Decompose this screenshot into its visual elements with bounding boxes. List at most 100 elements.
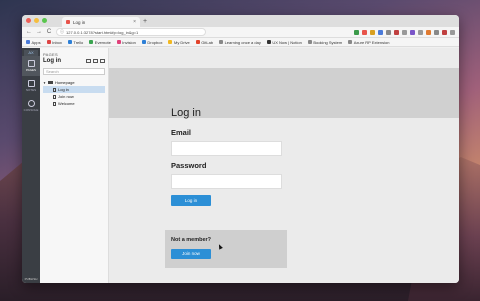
email-field[interactable] xyxy=(171,141,282,156)
page-heading: Log in xyxy=(171,107,201,119)
member-box: Not a member? Join now xyxy=(165,230,287,268)
bookmark-icon xyxy=(67,40,72,44)
tab-title: Log in xyxy=(73,19,86,25)
bookmark-item[interactable]: Evernote xyxy=(89,40,111,45)
rail-item-pages[interactable]: PAGES xyxy=(22,56,40,76)
extension-icon[interactable] xyxy=(378,29,383,35)
minimize-window-button[interactable] xyxy=(34,18,39,23)
extension-icon[interactable] xyxy=(362,29,367,35)
tree-item-label: Welcome xyxy=(58,101,75,106)
rail-label-console: CONSOLE xyxy=(23,108,39,112)
bookmark-icon xyxy=(46,40,51,44)
bookmark-item[interactable]: My Drive xyxy=(168,40,190,45)
rail-item-notes[interactable]: NOTES xyxy=(22,76,40,96)
bookmarks-bar: Apps Inbox Trello Evernote Invision Dropbox My… xyxy=(22,38,459,47)
page-icon xyxy=(53,94,56,99)
extension-icon[interactable] xyxy=(394,29,399,35)
favicon-icon xyxy=(66,20,70,24)
password-label: Password xyxy=(171,161,207,170)
extension-icon[interactable] xyxy=(354,29,359,35)
axure-app: AX PAGES NOTES CONSOLE PUBLISH PAGES Log… xyxy=(22,48,459,283)
tab-active[interactable]: Log in × xyxy=(62,17,140,27)
member-prompt: Not a member? xyxy=(171,237,212,243)
panel-section-label: PAGES xyxy=(43,52,58,57)
new-tab-button[interactable]: + xyxy=(143,17,147,27)
bookmark-item[interactable]: Dropbox xyxy=(141,40,162,45)
bookmark-icon xyxy=(141,40,146,44)
bookmark-icon xyxy=(26,40,30,44)
forward-button[interactable]: → xyxy=(36,29,42,35)
extension-icon[interactable] xyxy=(418,29,423,35)
url-text: 127.0.0.1:3278?start.html#p=log_in&g=1 xyxy=(66,29,139,35)
tree-item-homepage[interactable]: ▼ Homepage xyxy=(43,79,105,86)
back-button[interactable]: ← xyxy=(26,29,32,35)
bookmark-icon xyxy=(266,40,271,44)
bookmark-icon xyxy=(168,40,173,44)
address-bar: ← → C ⓘ 127.0.0.1:3278?start.html#p=log_… xyxy=(22,27,459,38)
url-input[interactable]: ⓘ 127.0.0.1:3278?start.html#p=log_in&g=1 xyxy=(56,28,206,36)
page-tree: ▼ Homepage Log in Join now Welcome xyxy=(43,79,105,107)
bookmark-label: Axure RP Extension xyxy=(353,39,390,45)
pages-panel: PAGES Log in Search ▼ Homepage Log in Jo… xyxy=(40,48,109,283)
bookmark-label: Apps xyxy=(31,39,41,45)
extension-icon[interactable] xyxy=(410,29,415,35)
pages-icon xyxy=(27,60,35,67)
extension-icon[interactable] xyxy=(434,29,439,35)
extension-icon[interactable] xyxy=(450,29,455,35)
rail-label-notes: NOTES xyxy=(25,88,37,92)
bookmark-label: GitLab xyxy=(201,39,214,45)
bookmark-item[interactable]: Axure RP Extension xyxy=(348,40,389,45)
close-window-button[interactable] xyxy=(26,18,31,23)
tab-bar: Log in × + xyxy=(22,15,459,27)
password-field[interactable] xyxy=(171,174,282,189)
panel-expand-icon[interactable] xyxy=(93,59,98,63)
browser-window: Log in × + ← → C ⓘ 127.0.0.1:3278?start.… xyxy=(22,15,459,283)
bookmark-item[interactable]: Inbox xyxy=(46,39,62,45)
bookmark-item[interactable]: Invision xyxy=(116,40,136,45)
bookmark-label: UX Now | Notion xyxy=(272,39,302,45)
extension-icon[interactable] xyxy=(370,29,375,35)
login-button[interactable]: Log in xyxy=(171,195,211,206)
bookmark-icon xyxy=(219,40,224,44)
join-now-button[interactable]: Join now xyxy=(171,249,211,259)
tree-item-join-now[interactable]: Join now xyxy=(43,93,105,100)
panel-title: Log in xyxy=(43,58,61,64)
rail-label-pages: PAGES xyxy=(25,68,37,72)
info-icon: ⓘ xyxy=(60,29,64,34)
panel-view-icon[interactable] xyxy=(86,59,91,63)
bookmark-item[interactable]: Learning once a day xyxy=(219,40,261,45)
extension-icon[interactable] xyxy=(386,29,391,35)
bookmark-item[interactable]: Apps xyxy=(26,40,41,45)
maximize-window-button[interactable] xyxy=(42,18,47,23)
rail-item-console[interactable]: CONSOLE xyxy=(22,96,40,116)
left-rail: AX PAGES NOTES CONSOLE PUBLISH xyxy=(22,48,40,283)
window-controls xyxy=(26,18,47,23)
panel-settings-icon[interactable] xyxy=(100,59,105,63)
search-input[interactable]: Search xyxy=(43,68,105,75)
bookmark-item[interactable]: UX Now | Notion xyxy=(266,39,302,45)
extension-icon[interactable] xyxy=(426,29,431,35)
bookmark-label: Trello xyxy=(73,39,84,45)
extension-icon[interactable] xyxy=(402,29,407,35)
header-band xyxy=(109,68,459,118)
bookmark-item[interactable]: Trello xyxy=(67,39,84,45)
tree-item-label: Join now xyxy=(58,94,74,99)
page-icon xyxy=(53,101,56,106)
reload-button[interactable]: C xyxy=(46,29,52,35)
bookmark-label: Inbox xyxy=(52,39,62,45)
bookmark-icon xyxy=(307,40,312,44)
bookmark-label: Learning once a day xyxy=(224,39,261,45)
bookmark-icon xyxy=(89,40,94,44)
extension-icon[interactable] xyxy=(442,29,447,35)
tree-item-welcome[interactable]: Welcome xyxy=(43,100,105,107)
prototype-canvas: Log in Email Password Log in Not a membe… xyxy=(109,48,459,283)
tree-item-log-in[interactable]: Log in xyxy=(43,86,105,93)
bookmark-item[interactable]: Booking System xyxy=(307,39,343,45)
bookmark-icon xyxy=(348,40,353,44)
bookmark-icon xyxy=(116,40,121,44)
close-tab-icon[interactable]: × xyxy=(133,19,136,25)
bookmark-label: Booking System xyxy=(313,39,343,45)
caret-down-icon[interactable]: ▼ xyxy=(43,81,46,85)
bookmark-item[interactable]: GitLab xyxy=(195,39,214,45)
publish-button[interactable]: PUBLISH xyxy=(25,277,38,281)
